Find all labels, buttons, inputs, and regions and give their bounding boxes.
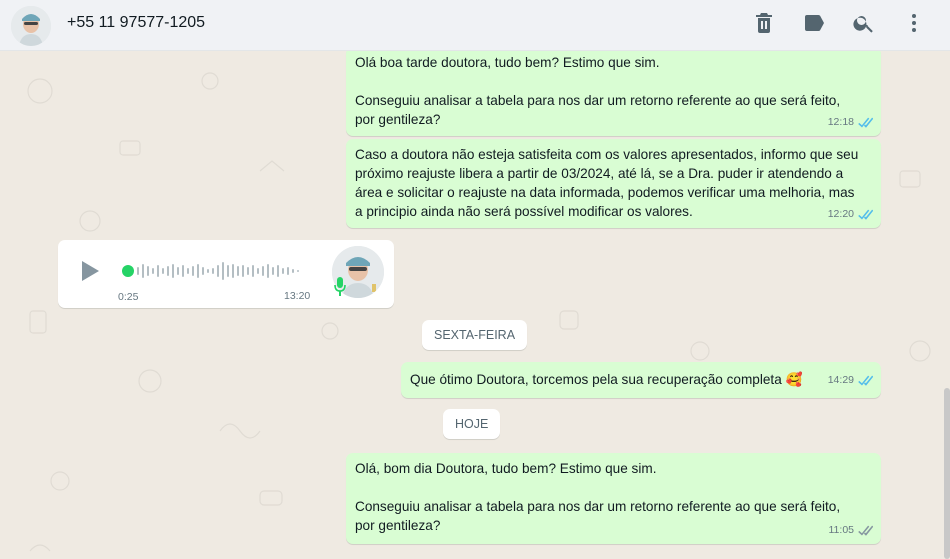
message-text: Olá boa tarde doutora, tudo bem? Estimo … — [355, 55, 841, 127]
message-time: 12:18 — [827, 116, 854, 128]
outgoing-message[interactable]: Olá, bom dia Doutora, tudo bem? Estimo q… — [346, 453, 881, 544]
message-meta: 12:18 — [828, 113, 873, 132]
audio-duration: 0:25 — [118, 291, 139, 303]
message-time: 12:20 — [827, 208, 854, 220]
search-icon[interactable] — [852, 11, 876, 35]
double-check-icon — [857, 117, 873, 128]
double-check-icon — [857, 209, 873, 220]
voice-message[interactable]: 0:25 13:20 — [58, 240, 394, 308]
message-meta: 12:20 — [828, 205, 873, 224]
microphone-icon — [333, 276, 347, 298]
trash-icon[interactable] — [752, 11, 776, 35]
outgoing-message[interactable]: Que ótimo Doutora, torcemos pela sua rec… — [401, 362, 881, 398]
message-time: 11:05 — [828, 524, 855, 536]
double-check-icon — [857, 375, 873, 386]
message-meta: 14:29 — [828, 371, 873, 390]
outgoing-message[interactable]: Olá boa tarde doutora, tudo bem? Estimo … — [346, 51, 881, 136]
double-check-icon — [857, 525, 873, 536]
date-separator: HOJE — [443, 409, 501, 439]
date-separator: SEXTA-FEIRA — [422, 320, 528, 350]
message-time: 13:20 — [284, 290, 311, 302]
label-icon[interactable] — [802, 11, 826, 35]
menu-icon[interactable] — [902, 11, 926, 35]
contact-name[interactable]: +55 11 97577-1205 — [67, 14, 205, 32]
message-text: Olá, bom dia Doutora, tudo bem? Estimo q… — [355, 461, 841, 533]
message-meta: 11:05 — [828, 521, 873, 540]
outgoing-message[interactable]: Caso a doutora não esteja satisfeita com… — [346, 139, 881, 228]
play-icon[interactable] — [80, 260, 100, 282]
chat-header: +55 11 97577-1205 — [0, 0, 950, 51]
scrollbar[interactable] — [944, 388, 950, 559]
chat-area[interactable]: Olá boa tarde doutora, tudo bem? Estimo … — [0, 51, 950, 559]
waveform[interactable] — [133, 259, 303, 283]
message-time: 14:29 — [827, 374, 854, 386]
contact-avatar[interactable] — [11, 6, 51, 46]
message-text: Que ótimo Doutora, torcemos pela sua rec… — [410, 372, 803, 387]
message-text: Caso a doutora não esteja satisfeita com… — [355, 147, 859, 219]
